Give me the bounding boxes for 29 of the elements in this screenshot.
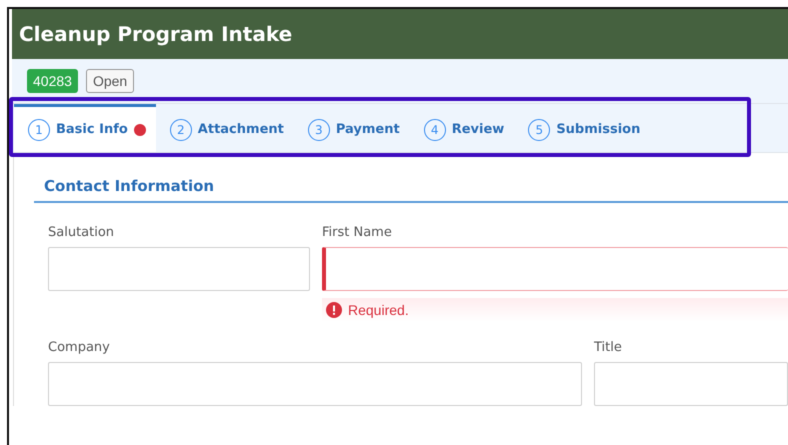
step-tab[interactable]: 1 Basic Info bbox=[14, 104, 156, 152]
step-number: 2 bbox=[170, 118, 192, 140]
error-icon bbox=[326, 302, 342, 318]
step-number: 4 bbox=[424, 118, 446, 140]
tab-label: Submission bbox=[556, 122, 640, 137]
input-field[interactable] bbox=[322, 247, 788, 291]
field-label: First Name bbox=[322, 225, 393, 240]
step-tab[interactable]: 2 Attachment bbox=[156, 104, 294, 152]
step-tab[interactable]: 3 Payment bbox=[294, 104, 410, 152]
step-tab[interactable]: 5 Submission bbox=[514, 104, 650, 152]
tab-label: Payment bbox=[336, 122, 400, 137]
tab-label: Review bbox=[452, 122, 504, 137]
status-label: Open bbox=[86, 69, 134, 93]
record-id: 40283 bbox=[27, 69, 78, 93]
input-field[interactable] bbox=[594, 362, 788, 406]
input-field[interactable] bbox=[48, 362, 582, 406]
step-tab[interactable]: 4 Review bbox=[410, 104, 514, 152]
window-title: Cleanup Program Intake bbox=[19, 22, 292, 46]
step-number: 5 bbox=[528, 118, 550, 140]
section-title: Contact Information bbox=[34, 177, 788, 203]
tab-label: Attachment bbox=[198, 122, 284, 137]
tab-label: Basic Info bbox=[56, 122, 128, 137]
field-label: Company bbox=[48, 340, 111, 355]
input-field[interactable] bbox=[48, 247, 310, 291]
step-number: 1 bbox=[28, 118, 50, 140]
field-label: Title bbox=[594, 340, 623, 355]
step-number: 3 bbox=[308, 118, 330, 140]
error-text: Required. bbox=[348, 302, 409, 318]
field-label: Salutation bbox=[48, 225, 116, 240]
